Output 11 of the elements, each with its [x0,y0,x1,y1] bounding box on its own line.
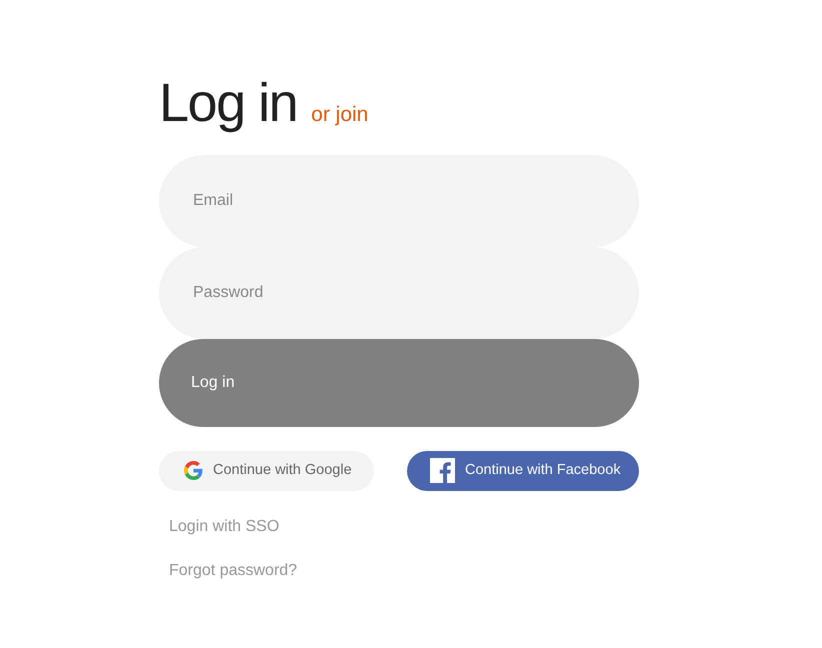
email-field[interactable]: Email [159,154,639,246]
sso-link[interactable]: Login with SSO [169,514,280,538]
facebook-login-button[interactable]: Continue with Facebook [407,450,639,490]
google-login-button[interactable]: Continue with Google [159,450,374,490]
password-field[interactable]: Password [159,246,639,338]
facebook-icon [430,458,455,483]
join-link[interactable]: or join [311,99,368,130]
google-icon [184,461,203,480]
login-button[interactable]: Log in [159,338,639,426]
forgot-password-link[interactable]: Forgot password? [169,558,298,582]
page-title: Log in [159,76,298,130]
